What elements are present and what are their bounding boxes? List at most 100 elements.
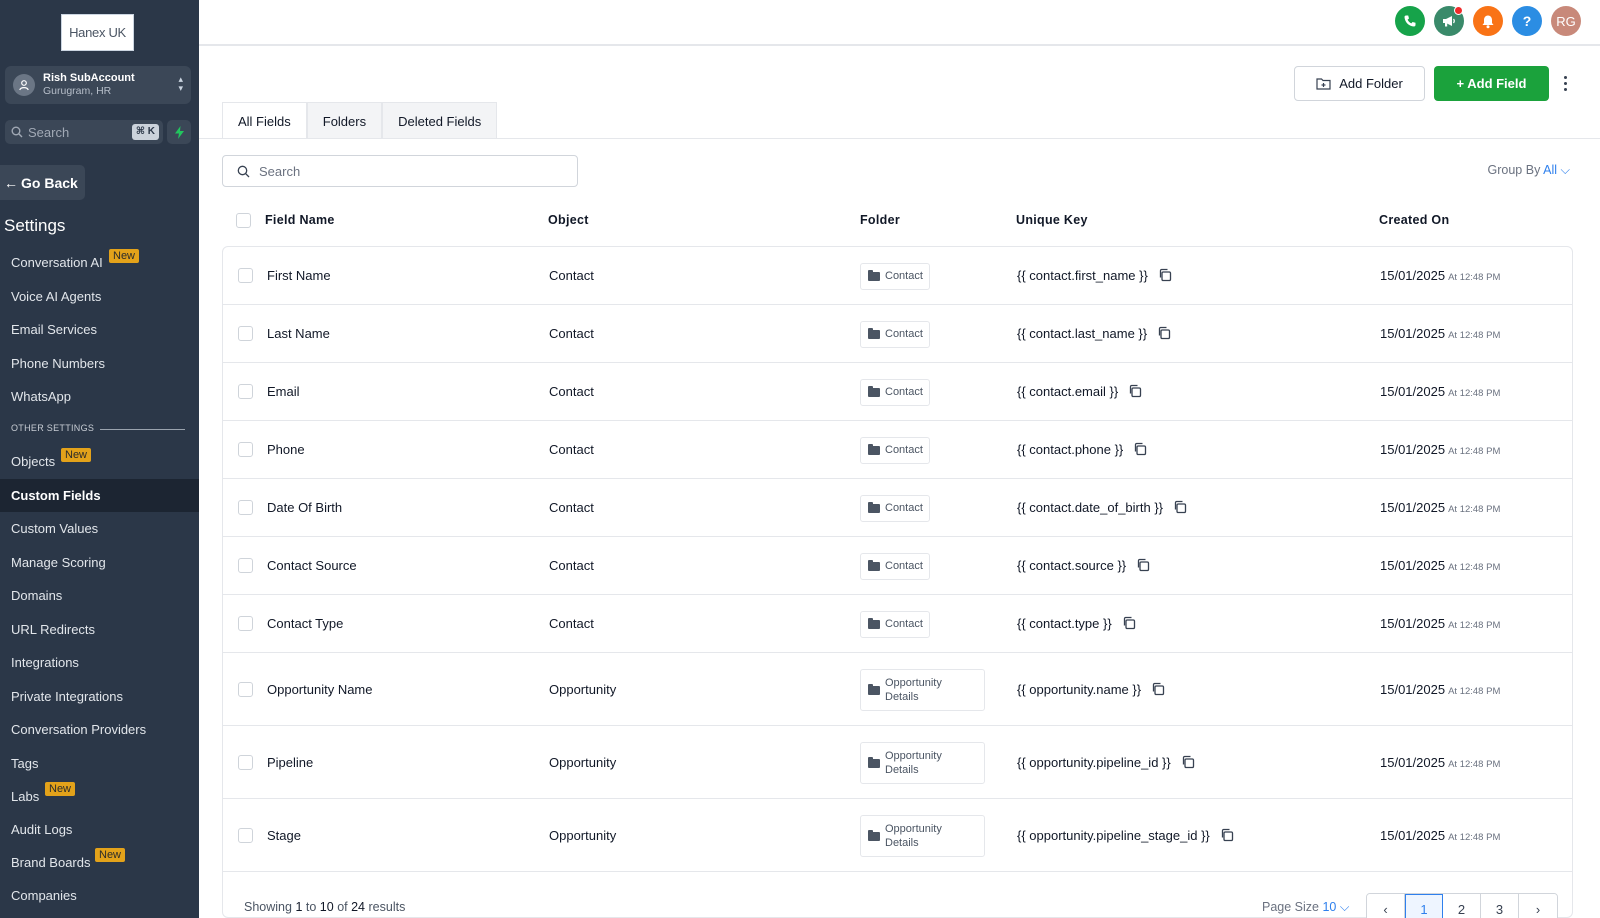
row-checkbox[interactable] <box>238 682 253 697</box>
sidebar-item-objects[interactable]: Objects <box>0 445 199 478</box>
column-header-field-name[interactable]: Field Name <box>265 213 335 227</box>
sidebar-item-conversation-providers[interactable]: Conversation Providers <box>0 713 199 746</box>
sidebar-search[interactable]: Search ⌘ K <box>5 120 163 144</box>
sidebar-item-custom-values[interactable]: Custom Values <box>0 512 199 545</box>
row-checkbox[interactable] <box>238 616 253 631</box>
folder-chip[interactable]: Opportunity Details <box>860 815 985 857</box>
quick-actions-button[interactable] <box>167 120 191 144</box>
copy-icon[interactable] <box>1122 616 1136 633</box>
copy-icon[interactable] <box>1128 384 1142 401</box>
copy-icon[interactable] <box>1151 682 1165 699</box>
field-name[interactable]: Stage <box>267 828 301 843</box>
folder-chip[interactable]: Opportunity Details <box>860 669 985 711</box>
notifications-button[interactable] <box>1473 6 1503 36</box>
table-row[interactable]: Stage Opportunity Opportunity Details {{ op… <box>223 799 1572 872</box>
folder-chip[interactable]: Contact <box>860 494 930 522</box>
table-row[interactable]: Email Contact Contact {{ contact.email }} 15… <box>223 363 1572 421</box>
sidebar-item-label: Domains <box>11 588 63 603</box>
tab-all-fields[interactable]: All Fields <box>222 102 307 139</box>
folder-chip[interactable]: Contact <box>860 320 930 348</box>
sidebar-item-email-services[interactable]: Email Services <box>0 313 199 346</box>
table-row[interactable]: Pipeline Opportunity Opportunity Details {{… <box>223 726 1572 799</box>
row-checkbox[interactable] <box>238 268 253 283</box>
range-to-word: to <box>305 900 317 914</box>
sidebar-item-whatsapp[interactable]: WhatsApp <box>0 380 199 413</box>
more-options-icon[interactable] <box>1560 71 1570 95</box>
row-checkbox[interactable] <box>238 442 253 457</box>
table-row[interactable]: Contact Source Contact Contact {{ contact.s… <box>223 537 1572 595</box>
row-checkbox[interactable] <box>238 558 253 573</box>
sidebar-item-phone-numbers[interactable]: Phone Numbers <box>0 347 199 380</box>
column-header-folder[interactable]: Folder <box>860 213 900 227</box>
folder-chip[interactable]: Opportunity Details <box>860 742 985 784</box>
row-checkbox[interactable] <box>238 500 253 515</box>
fields-search-input[interactable]: Search <box>222 155 578 187</box>
table-row[interactable]: Opportunity Name Opportunity Opportunity D… <box>223 653 1572 726</box>
field-name[interactable]: Pipeline <box>267 755 313 770</box>
add-field-button[interactable]: + Add Field <box>1434 66 1549 101</box>
copy-icon[interactable] <box>1181 755 1195 772</box>
select-all-checkbox[interactable] <box>236 213 251 228</box>
sidebar-item-audit-logs[interactable]: Audit Logs <box>0 813 199 846</box>
folder-chip[interactable]: Contact <box>860 378 930 406</box>
sidebar-item-url-redirects[interactable]: URL Redirects <box>0 613 199 646</box>
group-by-select[interactable]: Group By All ⌵ <box>1488 163 1570 178</box>
phone-button[interactable] <box>1395 6 1425 36</box>
sidebar-item-tags[interactable]: Tags <box>0 747 199 780</box>
go-back-button[interactable]: ← Go Back <box>0 165 85 200</box>
copy-icon[interactable] <box>1136 558 1150 575</box>
sidebar-item-companies[interactable]: Companies <box>0 879 199 912</box>
next-page-button[interactable]: › <box>1519 894 1557 918</box>
table-row[interactable]: First Name Contact Contact {{ contact.first… <box>223 247 1572 305</box>
announcements-button[interactable] <box>1434 6 1464 36</box>
field-name[interactable]: Date Of Birth <box>267 500 342 515</box>
column-header-unique-key[interactable]: Unique Key <box>1016 213 1088 227</box>
add-folder-button[interactable]: Add Folder <box>1294 66 1425 101</box>
row-checkbox[interactable] <box>238 384 253 399</box>
table-row[interactable]: Contact Type Contact Contact {{ contact.typ… <box>223 595 1572 653</box>
folder-chip[interactable]: Contact <box>860 610 930 638</box>
column-header-created-on[interactable]: Created On <box>1379 213 1449 227</box>
folder-chip[interactable]: Contact <box>860 262 930 290</box>
field-name[interactable]: Phone <box>267 442 305 457</box>
sidebar-item-custom-fields[interactable]: Custom Fields <box>0 479 199 512</box>
table-row[interactable]: Last Name Contact Contact {{ contact.last_n… <box>223 305 1572 363</box>
sidebar-item-manage-scoring[interactable]: Manage Scoring <box>0 546 199 579</box>
help-button[interactable]: ? <box>1512 6 1542 36</box>
sidebar-item-private-integrations[interactable]: Private Integrations <box>0 680 199 713</box>
sidebar-item-integrations[interactable]: Integrations <box>0 646 199 679</box>
table-row[interactable]: Phone Contact Contact {{ contact.phone }} 15… <box>223 421 1572 479</box>
field-name[interactable]: First Name <box>267 268 331 283</box>
page-button[interactable]: 3 <box>1481 894 1519 918</box>
sidebar-item-labs[interactable]: Labs <box>0 780 199 813</box>
company-logo[interactable]: Hanex UK <box>61 14 134 51</box>
copy-icon[interactable] <box>1220 828 1234 845</box>
tab-folders[interactable]: Folders <box>306 102 383 139</box>
row-checkbox[interactable] <box>238 828 253 843</box>
table-row[interactable]: Date Of Birth Contact Contact {{ contact.da… <box>223 479 1572 537</box>
page-size-select[interactable]: Page Size 10 ⌵ <box>1262 900 1349 915</box>
sidebar-item-voice-ai-agents[interactable]: Voice AI Agents <box>0 280 199 313</box>
prev-page-button[interactable]: ‹ <box>1367 894 1405 918</box>
folder-chip[interactable]: Contact <box>860 436 930 464</box>
user-avatar[interactable]: RG <box>1551 6 1581 36</box>
field-name[interactable]: Last Name <box>267 326 330 341</box>
column-header-object[interactable]: Object <box>548 213 589 227</box>
folder-chip[interactable]: Contact <box>860 552 930 580</box>
field-name[interactable]: Email <box>267 384 300 399</box>
page-button[interactable]: 2 <box>1443 894 1481 918</box>
field-name[interactable]: Contact Type <box>267 616 343 631</box>
page-button[interactable]: 1 <box>1405 894 1443 918</box>
sidebar-item-domains[interactable]: Domains <box>0 579 199 612</box>
sidebar-item-conversation-ai[interactable]: Conversation AI <box>0 246 199 279</box>
copy-icon[interactable] <box>1173 500 1187 517</box>
copy-icon[interactable] <box>1157 326 1171 343</box>
row-checkbox[interactable] <box>238 755 253 770</box>
tab-deleted-fields[interactable]: Deleted Fields <box>382 102 498 139</box>
field-name[interactable]: Contact Source <box>267 558 357 573</box>
field-name[interactable]: Opportunity Name <box>267 682 373 697</box>
row-checkbox[interactable] <box>238 326 253 341</box>
copy-icon[interactable] <box>1133 442 1147 459</box>
copy-icon[interactable] <box>1158 268 1172 285</box>
account-switcher[interactable]: Rish SubAccount Gurugram, HR ▴ ▾ <box>5 66 191 104</box>
